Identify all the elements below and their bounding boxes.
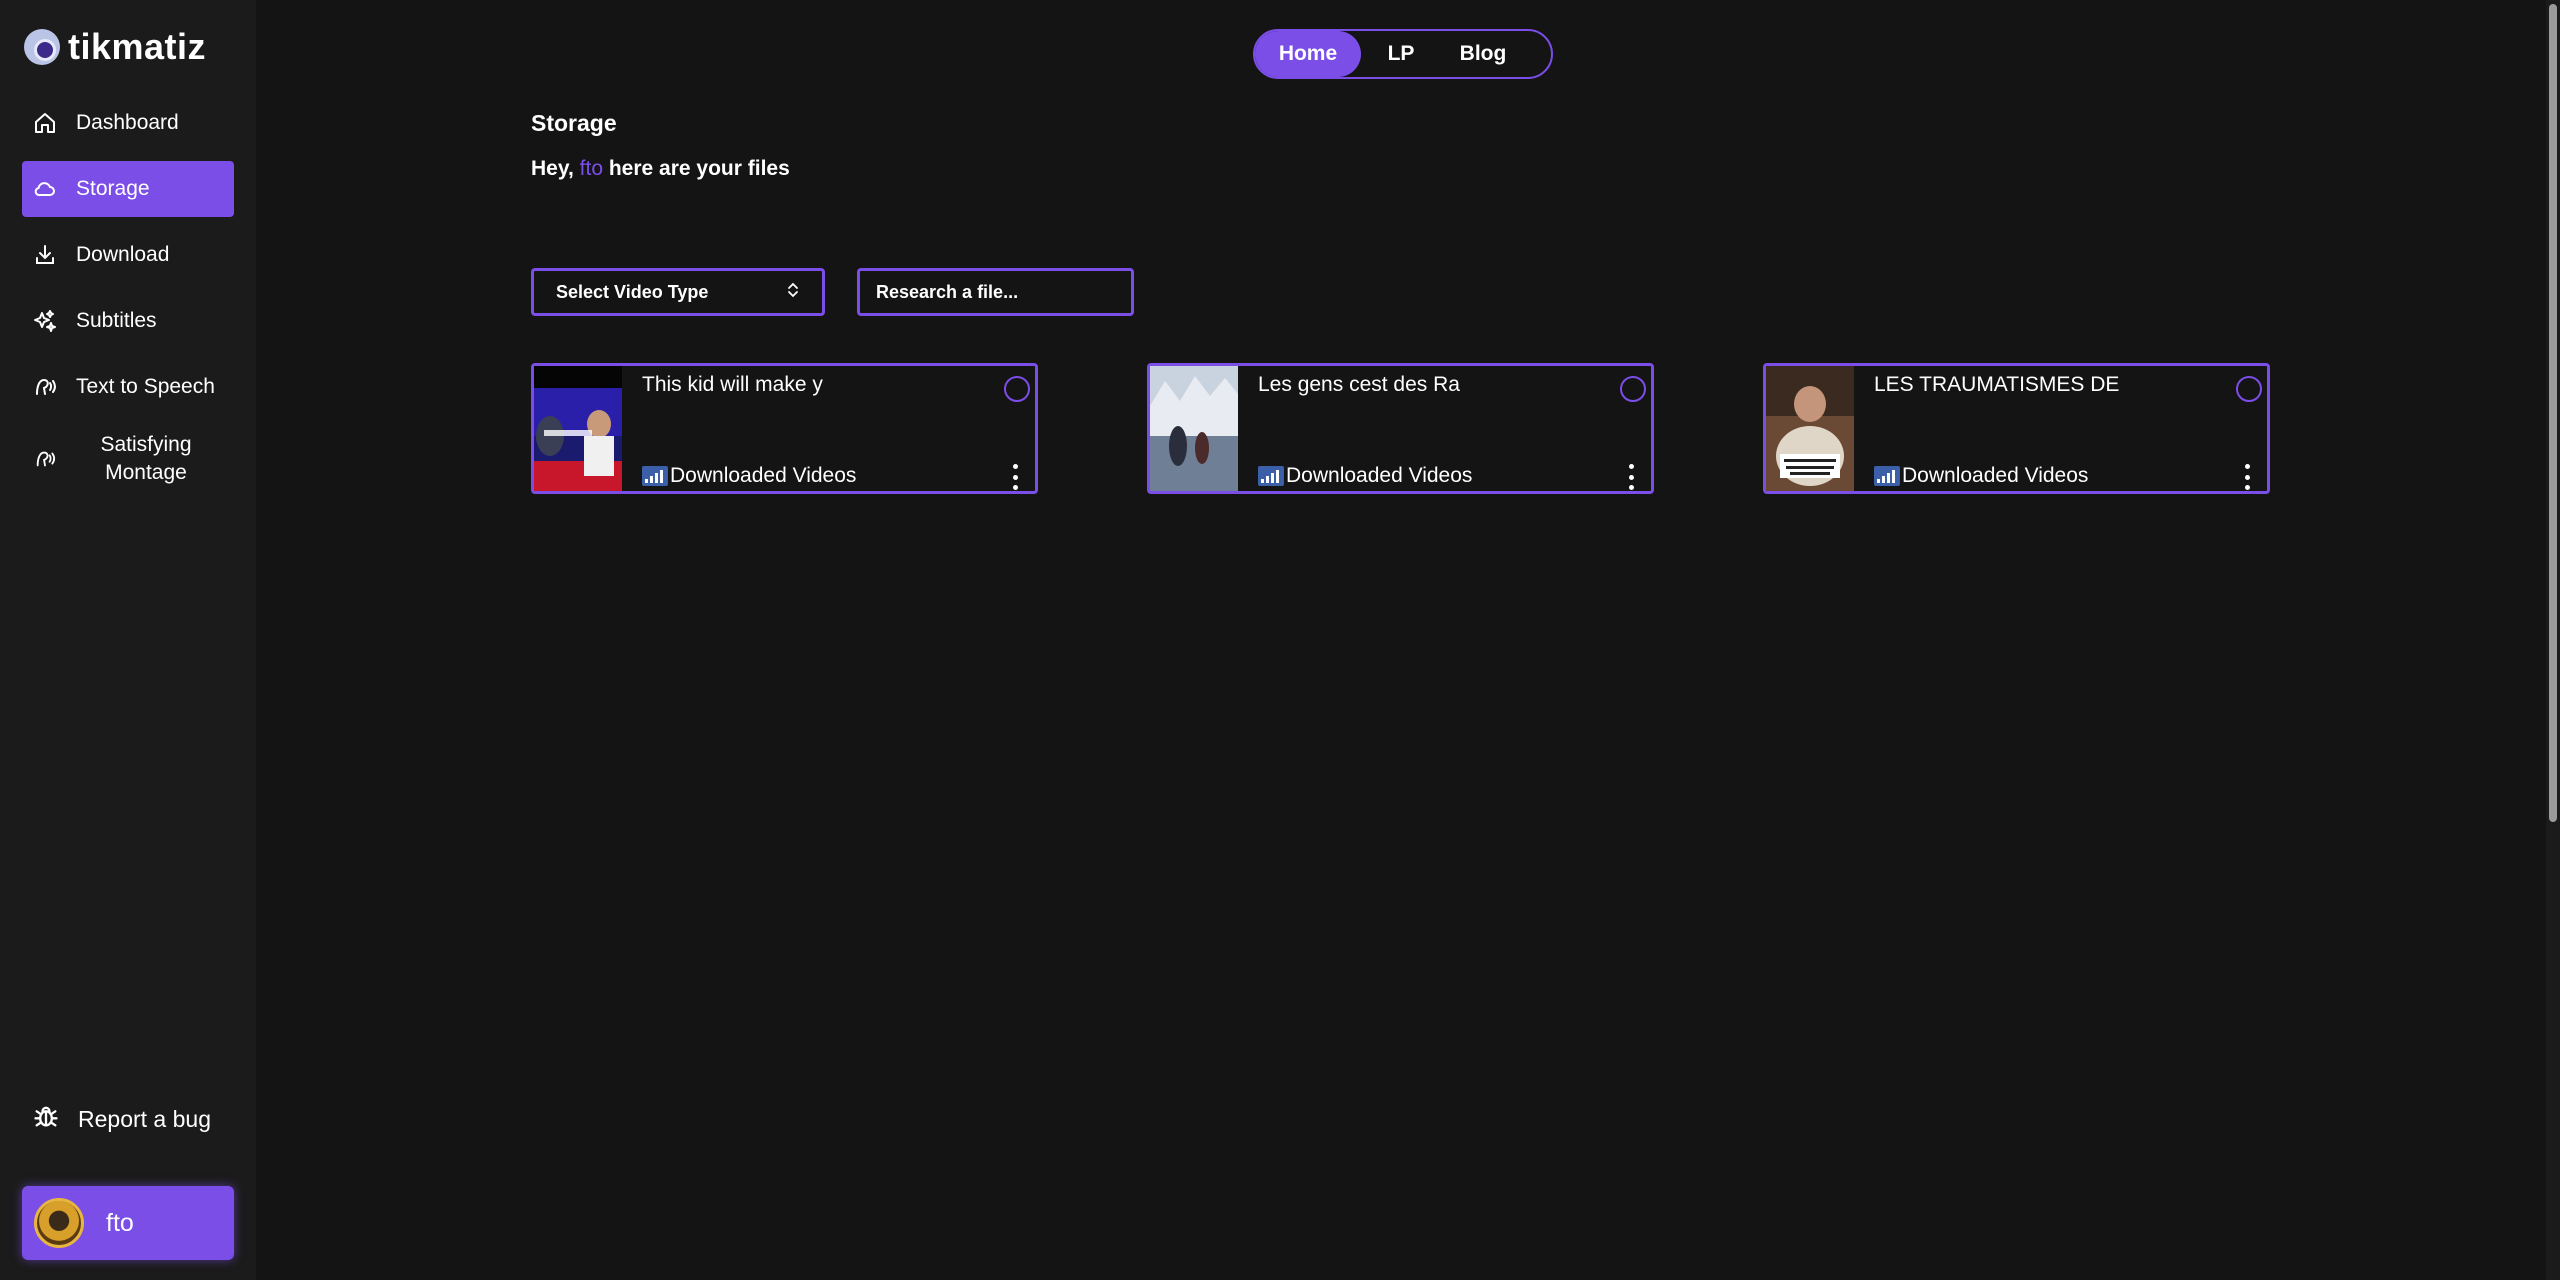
tab-blog[interactable]: Blog xyxy=(1441,31,1525,77)
signal-icon xyxy=(642,466,668,486)
signal-icon xyxy=(1874,466,1900,486)
folder-label: Downloaded Videos xyxy=(670,464,857,487)
sidebar-item-dashboard[interactable]: Dashboard xyxy=(22,95,234,151)
greeting-prefix: Hey, xyxy=(531,157,574,180)
select-radio[interactable] xyxy=(1004,376,1030,402)
sidebar-item-label: Dashboard xyxy=(76,111,179,134)
greeting: Hey, fto here are your files xyxy=(531,157,790,181)
download-icon xyxy=(32,242,58,268)
greeting-user: fto xyxy=(579,157,604,180)
top-nav-tabs: Home LP Blog xyxy=(1253,29,1553,79)
search-input[interactable] xyxy=(857,268,1134,316)
select-radio[interactable] xyxy=(1620,376,1646,402)
video-type-select-label: Select Video Type xyxy=(556,281,709,302)
folder-label: Downloaded Videos xyxy=(1902,464,2089,487)
sidebar-item-label: Text to Speech xyxy=(76,375,215,398)
logo[interactable]: tikmatiz xyxy=(24,26,206,68)
more-options-icon[interactable] xyxy=(1624,464,1638,490)
home-icon xyxy=(32,110,58,136)
tab-lp[interactable]: LP xyxy=(1361,31,1441,77)
user-name: fto xyxy=(106,1208,134,1237)
logo-icon xyxy=(24,29,60,65)
speech-icon xyxy=(32,374,58,400)
sparkle-icon xyxy=(32,308,58,334)
user-profile-button[interactable]: fto xyxy=(22,1186,234,1260)
more-options-icon[interactable] xyxy=(2240,464,2254,490)
file-card[interactable]: Les gens cest des Ra Downloaded Videos xyxy=(1147,363,1654,494)
video-thumbnail xyxy=(534,366,622,491)
folder-label: Downloaded Videos xyxy=(1286,464,1473,487)
report-bug-link[interactable]: Report a bug xyxy=(32,1102,211,1136)
sidebar-item-satisfying-montage[interactable]: Satisfying Montage xyxy=(22,425,234,493)
page-title: Storage xyxy=(531,110,617,136)
report-bug-label: Report a bug xyxy=(78,1105,211,1132)
cloud-icon xyxy=(32,176,58,202)
signal-icon xyxy=(1258,466,1284,486)
video-thumbnail xyxy=(1766,366,1854,491)
chevron-updown-icon xyxy=(786,281,800,304)
select-radio[interactable] xyxy=(2236,376,2262,402)
greeting-suffix: here are your files xyxy=(608,157,790,180)
logo-text: tikmatiz xyxy=(68,26,207,67)
scrollbar-thumb[interactable] xyxy=(2549,4,2557,822)
file-folder: Downloaded Videos xyxy=(1258,464,1472,488)
video-type-select[interactable]: Select Video Type xyxy=(531,268,825,316)
sidebar-item-label: Storage xyxy=(76,177,150,200)
file-title: LES TRAUMATISMES DE xyxy=(1874,373,2120,396)
file-title: This kid will make y xyxy=(642,373,823,396)
tab-home[interactable]: Home xyxy=(1255,31,1361,77)
file-card[interactable]: LES TRAUMATISMES DE Downloaded Videos xyxy=(1763,363,2270,494)
sidebar-item-text-to-speech[interactable]: Text to Speech xyxy=(22,359,234,415)
speech-icon xyxy=(32,446,58,472)
bug-icon xyxy=(32,1102,60,1136)
sidebar-item-label: Subtitles xyxy=(76,309,157,332)
file-folder: Downloaded Videos xyxy=(1874,464,2088,488)
file-folder: Downloaded Videos xyxy=(642,464,856,488)
avatar xyxy=(34,1198,84,1248)
sidebar: tikmatiz Dashboard Storage Download Subt… xyxy=(0,0,256,1280)
sidebar-item-label: Download xyxy=(76,243,170,266)
sidebar-item-subtitles[interactable]: Subtitles xyxy=(22,293,234,349)
sidebar-item-label: Satisfying Montage xyxy=(100,433,192,484)
file-card[interactable]: This kid will make y Downloaded Videos xyxy=(531,363,1038,494)
sidebar-nav: Dashboard Storage Download Subtitles Tex… xyxy=(22,95,234,503)
sidebar-item-download[interactable]: Download xyxy=(22,227,234,283)
more-options-icon[interactable] xyxy=(1008,464,1022,490)
video-thumbnail xyxy=(1150,366,1238,491)
file-title: Les gens cest des Ra xyxy=(1258,373,1460,396)
sidebar-item-storage[interactable]: Storage xyxy=(22,161,234,217)
